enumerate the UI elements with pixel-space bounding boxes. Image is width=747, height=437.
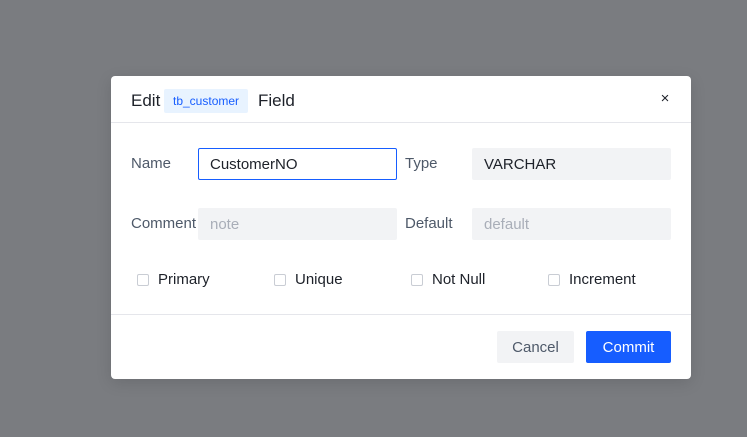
dialog-title-suffix: Field — [258, 91, 295, 110]
checkbox-box[interactable] — [411, 274, 423, 286]
not-null-checkbox[interactable]: Not Null — [411, 270, 485, 290]
commit-button[interactable]: Commit — [586, 331, 671, 363]
unique-checkbox-label: Unique — [295, 271, 343, 288]
close-icon[interactable]: × — [657, 91, 673, 107]
unique-checkbox[interactable]: Unique — [274, 270, 343, 290]
edit-field-dialog: Edit tb_customer Field × Name Type Comme… — [111, 76, 691, 379]
name-input[interactable] — [198, 148, 397, 180]
type-input[interactable] — [472, 148, 671, 180]
checkbox-box[interactable] — [137, 274, 149, 286]
table-name-tag: tb_customer — [164, 89, 249, 113]
type-label: Type — [405, 155, 438, 172]
checkbox-box[interactable] — [274, 274, 286, 286]
comment-input[interactable] — [198, 208, 397, 240]
cancel-button[interactable]: Cancel — [497, 331, 574, 363]
dialog-title-prefix: Edit — [131, 91, 161, 110]
increment-checkbox-label: Increment — [569, 271, 636, 288]
comment-label: Comment — [131, 215, 197, 232]
primary-checkbox-label: Primary — [158, 271, 210, 288]
footer-divider — [111, 314, 691, 315]
name-label: Name — [131, 155, 172, 172]
default-label: Default — [405, 215, 453, 232]
not-null-checkbox-label: Not Null — [432, 271, 486, 288]
default-input[interactable] — [472, 208, 671, 240]
increment-checkbox[interactable]: Increment — [548, 270, 636, 290]
checkbox-box[interactable] — [548, 274, 560, 286]
primary-checkbox[interactable]: Primary — [137, 270, 210, 290]
dialog-header: Edit tb_customer Field × — [111, 76, 691, 123]
